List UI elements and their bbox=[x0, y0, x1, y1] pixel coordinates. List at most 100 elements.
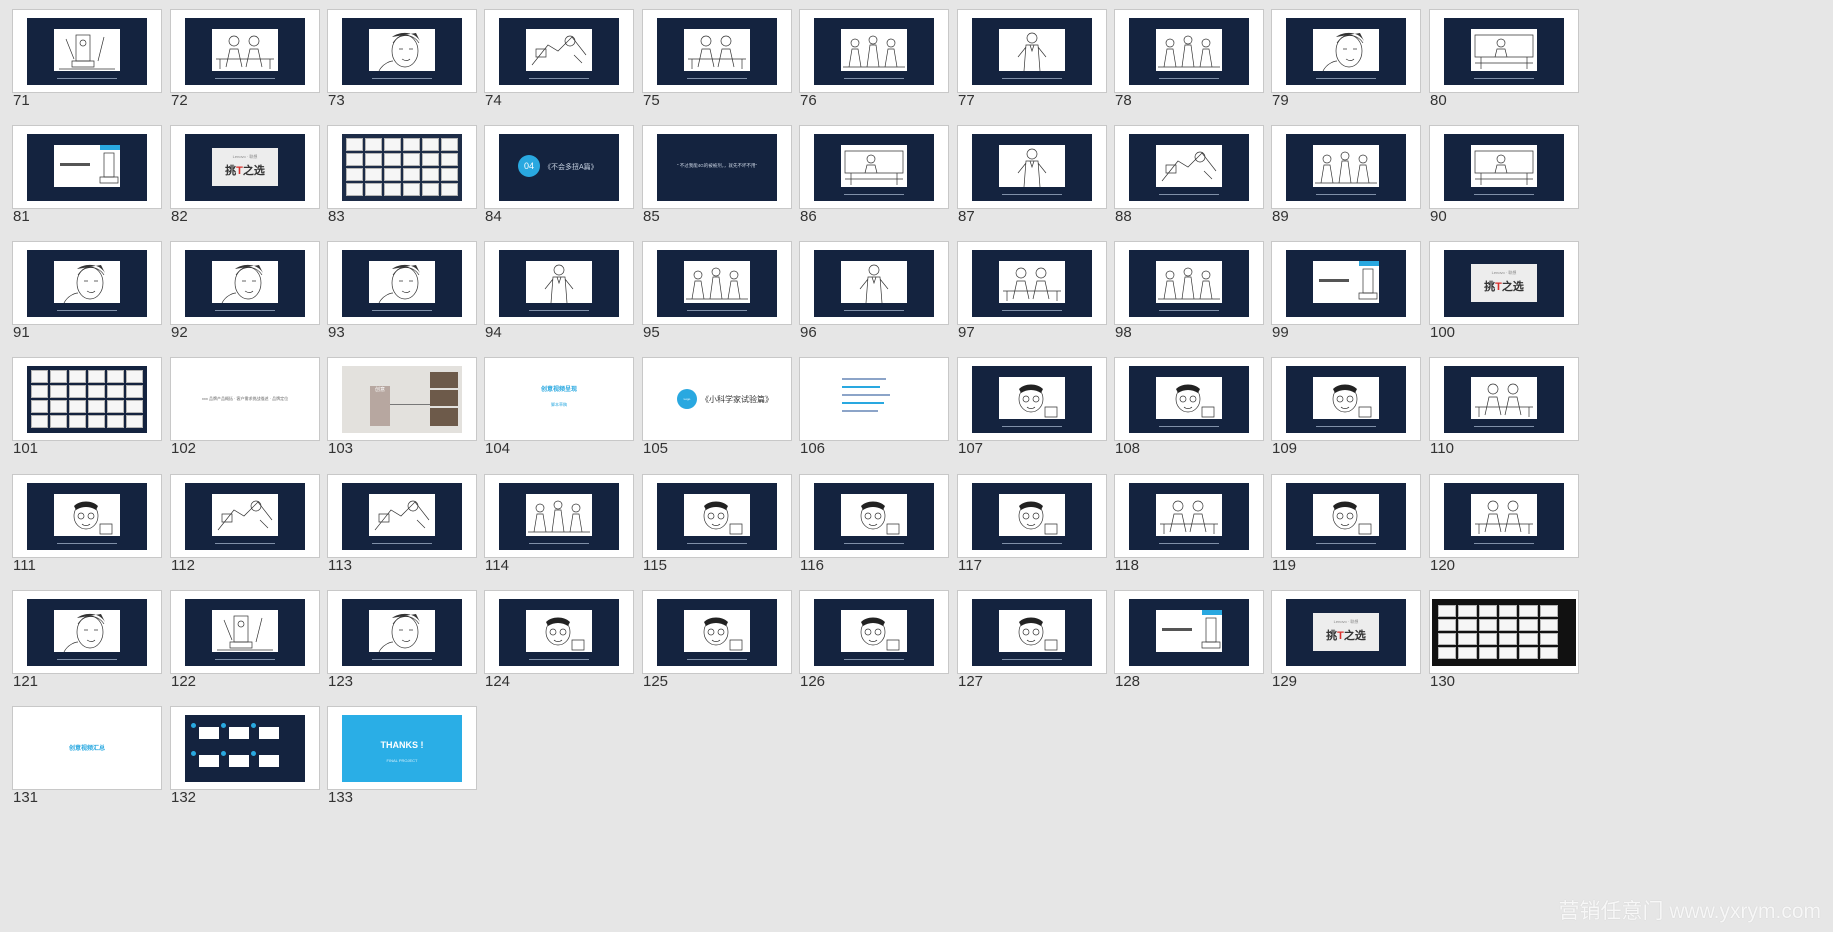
slide-thumbnail[interactable]: 04 《不会多扭A篇》 bbox=[484, 125, 634, 209]
slide-thumbnail[interactable] bbox=[642, 9, 792, 93]
slide-thumbnail[interactable] bbox=[1429, 9, 1579, 93]
slide-thumbnail[interactable] bbox=[957, 590, 1107, 674]
slide-thumbnail[interactable]: Lenovo · 联想 挑T之选 bbox=[1271, 590, 1421, 674]
slide-thumbnail[interactable] bbox=[12, 125, 162, 209]
summary-dot bbox=[221, 751, 226, 756]
slide-thumbnail[interactable]: 创意视频呈现 脚本草稿 bbox=[484, 357, 634, 441]
storyboard-thumb bbox=[69, 370, 86, 383]
sketch-illustration bbox=[378, 32, 420, 71]
slide-thumbnail[interactable] bbox=[1429, 125, 1579, 209]
slide-thumbnail[interactable] bbox=[642, 241, 792, 325]
slide-thumbnail[interactable] bbox=[327, 125, 477, 209]
slide-thumbnail[interactable]: Logo 《小科学家试验篇》 bbox=[642, 357, 792, 441]
slide-thumbnail[interactable] bbox=[484, 590, 634, 674]
product-frame bbox=[1156, 610, 1222, 652]
slide-thumbnail[interactable]: Lenovo · 联想 挑T之选 bbox=[170, 125, 320, 209]
slide-thumbnail[interactable] bbox=[1271, 474, 1421, 558]
slide-thumbnail[interactable] bbox=[957, 125, 1107, 209]
slide-thumbnail[interactable]: “ 不过我能4G的被被剂，，就先不坏不用” bbox=[642, 125, 792, 209]
slide-thumbnail[interactable] bbox=[1429, 357, 1579, 441]
storyboard-thumb bbox=[422, 138, 439, 151]
sketch-illustration bbox=[545, 617, 585, 651]
slide-thumbnail[interactable] bbox=[1114, 357, 1264, 441]
caption-line bbox=[687, 659, 747, 660]
slide-dark-panel bbox=[185, 599, 305, 666]
slide-thumbnail[interactable] bbox=[957, 357, 1107, 441]
slide-thumbnail[interactable] bbox=[484, 241, 634, 325]
slide-thumbnail[interactable] bbox=[1114, 474, 1264, 558]
slide-dark-panel bbox=[342, 18, 462, 85]
slide-thumbnail[interactable] bbox=[484, 474, 634, 558]
slide-thumbnail[interactable] bbox=[170, 590, 320, 674]
slide-thumbnail[interactable] bbox=[12, 590, 162, 674]
slide-thumbnail[interactable] bbox=[957, 241, 1107, 325]
sketch-frame bbox=[999, 610, 1065, 652]
slide-thumbnail[interactable] bbox=[170, 706, 320, 790]
slide-thumbnail[interactable] bbox=[1114, 590, 1264, 674]
thanks-subtitle: FINAL PROJECT bbox=[386, 758, 418, 763]
sketch-illustration bbox=[1474, 150, 1534, 185]
slide-thumbnail[interactable] bbox=[642, 590, 792, 674]
slide-thumbnail[interactable] bbox=[1271, 125, 1421, 209]
slide-thumbnail[interactable] bbox=[642, 474, 792, 558]
slide-number: 101 bbox=[13, 440, 39, 457]
slide-thumbnail[interactable] bbox=[1114, 125, 1264, 209]
slide-number: 72 bbox=[171, 92, 188, 109]
title-card: Lenovo · 联想 挑T之选 bbox=[212, 148, 278, 186]
logo-badge: Logo bbox=[677, 389, 697, 409]
slide-number: 98 bbox=[1115, 324, 1132, 341]
slide-thumbnail[interactable] bbox=[12, 474, 162, 558]
sketch-illustration bbox=[686, 267, 748, 300]
slide-thumbnail[interactable] bbox=[12, 241, 162, 325]
slide-thumbnail[interactable] bbox=[799, 9, 949, 93]
slide-number: 121 bbox=[13, 673, 39, 690]
slide-thumbnail[interactable] bbox=[1271, 9, 1421, 93]
slide-thumbnail[interactable]: 创意 bbox=[327, 357, 477, 441]
slide-number: 123 bbox=[328, 673, 354, 690]
slide-thumbnail[interactable]: 创意视频汇总 bbox=[12, 706, 162, 790]
slide-thumbnail[interactable] bbox=[1429, 590, 1579, 674]
slide-thumbnail[interactable] bbox=[957, 474, 1107, 558]
slide-thumbnail[interactable] bbox=[799, 241, 949, 325]
slide-thumbnail[interactable] bbox=[170, 474, 320, 558]
slide-dark-panel bbox=[1286, 134, 1406, 201]
slide-number: 77 bbox=[958, 92, 975, 109]
slide-thumbnail[interactable]: xxx 品牌产品概括 · 客户需求挑战描述 · 品牌定位 bbox=[170, 357, 320, 441]
slide-thumbnail[interactable] bbox=[12, 357, 162, 441]
slide-thumbnail[interactable] bbox=[327, 590, 477, 674]
slide-dark-panel bbox=[972, 366, 1092, 433]
caption-line bbox=[57, 659, 117, 660]
slide-thumbnail[interactable]: Lenovo · 联想 挑T之选 bbox=[1429, 241, 1579, 325]
slide-thumbnail[interactable] bbox=[799, 357, 949, 441]
storyboard-thumb bbox=[50, 370, 67, 383]
storyboard-thumb bbox=[403, 183, 420, 196]
storyboard-thumb bbox=[365, 183, 382, 196]
slide-thumbnail[interactable] bbox=[957, 9, 1107, 93]
slide-thumbnail[interactable] bbox=[327, 241, 477, 325]
slide-thumbnail[interactable] bbox=[327, 9, 477, 93]
summary-dot bbox=[191, 723, 196, 728]
slide-thumbnail[interactable] bbox=[799, 125, 949, 209]
slide-thumbnail[interactable] bbox=[1114, 9, 1264, 93]
slide-thumbnail[interactable] bbox=[799, 474, 949, 558]
sketch-illustration bbox=[1161, 151, 1217, 182]
slide-thumbnail[interactable]: THANKS ! FINAL PROJECT bbox=[327, 706, 477, 790]
slide-thumbnail[interactable] bbox=[170, 241, 320, 325]
slide-number: 100 bbox=[1430, 324, 1456, 341]
slide-thumbnail[interactable] bbox=[799, 590, 949, 674]
slide-thumbnail[interactable] bbox=[1429, 474, 1579, 558]
slide-thumbnail[interactable] bbox=[484, 9, 634, 93]
slide-thumbnail[interactable] bbox=[12, 9, 162, 93]
slide-thumbnail[interactable] bbox=[1271, 241, 1421, 325]
slide-thumbnail[interactable] bbox=[1114, 241, 1264, 325]
storyboard-thumb bbox=[1499, 647, 1518, 659]
slide-thumbnail[interactable] bbox=[170, 9, 320, 93]
caption-line bbox=[1159, 194, 1219, 195]
storyboard-thumb bbox=[346, 138, 363, 151]
storyboard-thumb bbox=[1539, 633, 1558, 645]
summary-thumb bbox=[229, 727, 249, 739]
sketch-frame bbox=[369, 261, 435, 303]
slide-dark-panel bbox=[342, 599, 462, 666]
slide-thumbnail[interactable] bbox=[327, 474, 477, 558]
slide-thumbnail[interactable] bbox=[1271, 357, 1421, 441]
